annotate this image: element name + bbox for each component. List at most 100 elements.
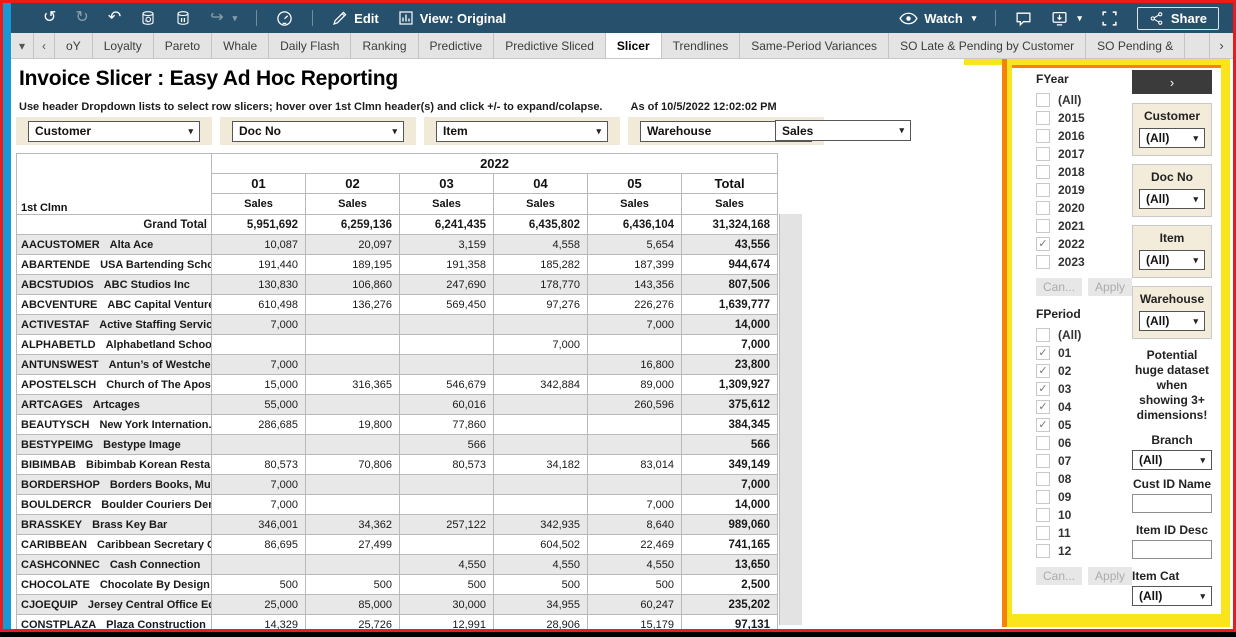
checkbox-option-10[interactable]: 10 [1036, 506, 1128, 524]
cell[interactable]: 83,014 [588, 455, 682, 475]
column-header-period-05[interactable]: 05 [588, 174, 682, 194]
filter-dropdown-warehouse[interactable]: (All)▾ [1139, 311, 1205, 331]
tabs-scroll-right-icon[interactable]: › [1209, 33, 1233, 59]
cell[interactable] [494, 435, 588, 455]
column-header-year[interactable]: 2022 [212, 154, 778, 174]
cell[interactable]: 500 [306, 575, 400, 595]
cell[interactable]: 7,000 [212, 315, 306, 335]
forward-caret-icon[interactable]: ▾ [233, 13, 238, 24]
tab-oy[interactable]: oY [55, 33, 93, 58]
column-header-measure[interactable]: Sales [306, 194, 400, 215]
cell[interactable]: 178,770 [494, 275, 588, 295]
cell[interactable] [212, 435, 306, 455]
checkbox-icon[interactable] [1036, 93, 1050, 107]
row-label-constplaza[interactable]: CONSTPLAZAPlaza Construction [17, 615, 212, 633]
collapse-panel-button[interactable]: › [1132, 70, 1212, 94]
cell[interactable]: 10,087 [212, 235, 306, 255]
pivot-corner-cell[interactable]: 1st Clmn [17, 154, 212, 215]
cell[interactable] [400, 355, 494, 375]
cell[interactable] [400, 335, 494, 355]
checkbox-option-2016[interactable]: 2016 [1036, 127, 1128, 145]
revert-icon[interactable]: ↶ [108, 10, 121, 26]
checkbox-option-11[interactable]: 11 [1036, 524, 1128, 542]
download-caret-icon[interactable]: ▾ [1077, 13, 1082, 24]
cell[interactable] [494, 355, 588, 375]
grand-total-value[interactable]: 6,259,136 [306, 215, 400, 235]
row-label-bibimbab[interactable]: BIBIMBABBibimbab Korean Resta.. [17, 455, 212, 475]
row-label-beautysch[interactable]: BEAUTYSCHNew York Internation.. [17, 415, 212, 435]
cell[interactable] [212, 335, 306, 355]
checkbox-icon[interactable] [1036, 111, 1050, 125]
row-label-bestypeimg[interactable]: BESTYPEIMGBestype Image [17, 435, 212, 455]
cell[interactable]: 20,097 [306, 235, 400, 255]
cell[interactable]: 500 [400, 575, 494, 595]
download-button[interactable]: ▾ [1051, 10, 1082, 27]
row-label-artcages[interactable]: ARTCAGESArtcages [17, 395, 212, 415]
cell[interactable] [494, 415, 588, 435]
pause-updates-icon[interactable] [175, 10, 191, 26]
tab-trendlines[interactable]: Trendlines [662, 33, 741, 58]
row-label-abcventure[interactable]: ABCVENTUREABC Capital Ventures [17, 295, 212, 315]
column-header-period-total[interactable]: Total [682, 174, 778, 194]
checkbox-icon[interactable] [1036, 255, 1050, 269]
cell[interactable]: 106,860 [306, 275, 400, 295]
cell[interactable]: 316,365 [306, 375, 400, 395]
cell[interactable]: 7,000 [588, 315, 682, 335]
checkbox-icon[interactable] [1036, 201, 1050, 215]
checkbox-icon[interactable] [1036, 436, 1050, 450]
cell[interactable]: 143,356 [588, 275, 682, 295]
checkbox-icon[interactable] [1036, 219, 1050, 233]
cell[interactable]: 25,000 [212, 595, 306, 615]
slicer-dropdown-sales[interactable]: Sales▾ [775, 120, 911, 141]
checkbox-icon[interactable]: ✓ [1036, 346, 1050, 360]
grand-total-value[interactable]: 5,951,692 [212, 215, 306, 235]
cell[interactable]: 34,182 [494, 455, 588, 475]
cell[interactable]: 5,654 [588, 235, 682, 255]
column-header-period-03[interactable]: 03 [400, 174, 494, 194]
redo-icon[interactable]: ↻ [75, 10, 88, 26]
cell[interactable]: 2,500 [682, 575, 778, 595]
cell[interactable]: 7,000 [494, 335, 588, 355]
checkbox-icon[interactable] [1036, 454, 1050, 468]
cell[interactable] [400, 495, 494, 515]
cell[interactable]: 286,685 [212, 415, 306, 435]
grand-total-value[interactable]: 6,436,104 [588, 215, 682, 235]
filter-dropdown-doc-no[interactable]: (All)▾ [1139, 189, 1205, 209]
cell[interactable]: 4,550 [588, 555, 682, 575]
row-label-bordershop[interactable]: BORDERSHOPBorders Books, Mus.. [17, 475, 212, 495]
checkbox-option-03[interactable]: ✓03 [1036, 380, 1128, 398]
metrics-icon[interactable] [276, 10, 293, 27]
cell[interactable]: 989,060 [682, 515, 778, 535]
item-cat-dropdown[interactable]: (All)▾ [1132, 586, 1212, 606]
cell[interactable]: 741,165 [682, 535, 778, 555]
grand-total-label[interactable]: Grand Total [17, 215, 212, 235]
checkbox-icon[interactable]: ✓ [1036, 364, 1050, 378]
cell[interactable]: 342,884 [494, 375, 588, 395]
checkbox-option-2020[interactable]: 2020 [1036, 199, 1128, 217]
cell[interactable]: 185,282 [494, 255, 588, 275]
row-label-abartende[interactable]: ABARTENDEUSA Bartending School [17, 255, 212, 275]
cell[interactable]: 77,860 [400, 415, 494, 435]
cell[interactable]: 1,639,777 [682, 295, 778, 315]
cell[interactable]: 14,000 [682, 315, 778, 335]
cell[interactable]: 34,955 [494, 595, 588, 615]
tab-loyalty[interactable]: Loyalty [93, 33, 154, 58]
row-label-abcstudios[interactable]: ABCSTUDIOSABC Studios Inc [17, 275, 212, 295]
cell[interactable]: 807,506 [682, 275, 778, 295]
slicer-dropdown-item[interactable]: Item▾ [436, 121, 608, 142]
cell[interactable]: 375,612 [682, 395, 778, 415]
cell[interactable]: 4,550 [400, 555, 494, 575]
cell[interactable] [588, 415, 682, 435]
cell[interactable]: 97,131 [682, 615, 778, 633]
row-label-apostelsch[interactable]: APOSTELSCHChurch of The Apostl.. [17, 375, 212, 395]
cell[interactable]: 60,247 [588, 595, 682, 615]
cell[interactable]: 43,556 [682, 235, 778, 255]
refresh-data-icon[interactable] [140, 10, 156, 26]
cell[interactable]: 7,000 [212, 355, 306, 375]
fullscreen-icon[interactable] [1101, 10, 1118, 27]
watch-button[interactable]: Watch ▾ [899, 11, 976, 26]
checkbox-icon[interactable] [1036, 129, 1050, 143]
tab-predictive[interactable]: Predictive [419, 33, 495, 58]
cell[interactable]: 187,399 [588, 255, 682, 275]
column-header-measure[interactable]: Sales [212, 194, 306, 215]
